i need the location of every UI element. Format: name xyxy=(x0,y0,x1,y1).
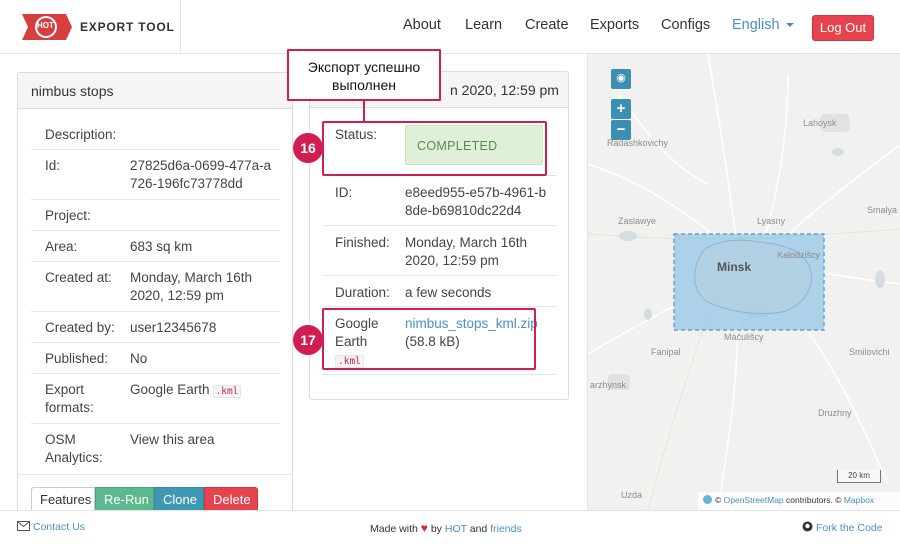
nav-create[interactable]: Create xyxy=(525,17,569,33)
export-title: nimbus stops xyxy=(18,73,292,109)
language-dropdown[interactable]: English xyxy=(732,17,794,33)
map-label-druzhny: Druzhny xyxy=(818,408,852,418)
map-label-kalodzishchy: Kalodzišcy xyxy=(777,250,821,260)
row-id: Id: 27825d6a-0699-477a-a726-196fc73778dd xyxy=(31,150,280,200)
row-project: Project: xyxy=(31,200,280,231)
map-label-smalya: Smalya xyxy=(867,205,898,215)
row-duration: Duration: a few seconds xyxy=(323,276,557,307)
brand[interactable]: HOT EXPORT TOOL xyxy=(0,0,181,54)
duration-value: a few seconds xyxy=(405,285,492,300)
hot-link[interactable]: HOT xyxy=(445,523,467,535)
logout-button[interactable]: Log Out xyxy=(812,15,874,41)
nav-exports[interactable]: Exports xyxy=(590,17,639,33)
zoom-out-button[interactable]: − xyxy=(611,120,631,140)
description-label: Description: xyxy=(45,127,117,142)
map-label-fanipal: Fanipal xyxy=(651,347,681,357)
globe-icon[interactable]: ◉ xyxy=(611,69,631,89)
and-text: and xyxy=(469,523,488,535)
friends-link[interactable]: friends xyxy=(490,523,522,535)
map-label-machulishchy: Mačulišcy xyxy=(724,332,764,342)
mapbox-logo-icon xyxy=(703,495,712,504)
attr-copyright: © xyxy=(715,495,722,505)
map-label-minsk: Minsk xyxy=(717,260,752,274)
osm-analytics-label: OSM Analytics: xyxy=(45,432,103,465)
made-with-credit: Made with ♥ by HOT and friends xyxy=(370,521,522,535)
view-area-link[interactable]: View this area xyxy=(130,431,275,449)
map-label-dzyarzhynsk: arzhynsk xyxy=(590,380,627,390)
callout-line-2: выполнен xyxy=(332,77,396,93)
finished-value: Monday, March 16th 2020, 12:59 pm xyxy=(405,235,528,268)
row-run-id: ID: e8eed955-e57b-4961-b8de-b69810dc22d4 xyxy=(323,176,557,226)
published-value: No xyxy=(130,351,148,366)
format-name: Google Earth xyxy=(130,382,210,397)
contact-us[interactable]: Contact Us xyxy=(17,521,85,533)
row-osm-analytics: OSM Analytics: View this area xyxy=(31,424,280,474)
project-label: Project: xyxy=(45,208,91,223)
run-id-value: e8eed955-e57b-4961-b8de-b69810dc22d4 xyxy=(405,185,547,218)
contact-us-link: Contact Us xyxy=(33,521,85,533)
published-label: Published: xyxy=(45,351,109,366)
map-label-lyasny: Lyasny xyxy=(757,216,786,226)
heart-icon: ♥ xyxy=(420,521,428,535)
callout-line-1: Экспорт успешно xyxy=(307,59,421,75)
footer: Contact Us Made with ♥ by HOT and friend… xyxy=(0,510,900,544)
created-at-label: Created at: xyxy=(45,270,112,285)
row-description: Description: xyxy=(31,119,280,150)
row-export-formats: Export formats: Google Earth .kml xyxy=(31,374,280,424)
status-highlight-frame xyxy=(322,121,547,176)
run-id-label: ID: xyxy=(335,185,353,200)
file-highlight-frame xyxy=(322,308,536,370)
map-attribution: © OpenStreetMap contributors. © Mapbox xyxy=(698,492,900,510)
map-label-smilovichi: Smilovichi xyxy=(849,347,890,357)
nav-about[interactable]: About xyxy=(403,17,441,33)
brand-title: EXPORT TOOL xyxy=(80,20,175,34)
osm-link[interactable]: OpenStreetMap xyxy=(724,495,784,505)
by-text: by xyxy=(430,523,442,535)
navbar: HOT EXPORT TOOL About Learn Create Expor… xyxy=(0,0,900,54)
row-created-by: Created by: user12345678 xyxy=(31,312,280,343)
finished-label: Finished: xyxy=(335,235,390,250)
id-value: 27825d6a-0699-477a-a726-196fc73778dd xyxy=(130,158,272,191)
fork-code-link: Fork the Code xyxy=(816,522,883,534)
row-finished: Finished: Monday, March 16th 2020, 12:59… xyxy=(323,226,557,276)
caret-down-icon xyxy=(785,23,794,28)
area-label: Area: xyxy=(45,239,78,254)
map-label-zaslawye: Zaslawye xyxy=(618,216,657,226)
export-formats-label: Export formats: xyxy=(45,382,94,415)
logo-text: HOT xyxy=(37,21,54,30)
map-label-uzda: Uzda xyxy=(621,490,643,500)
fork-code[interactable]: Fork the Code xyxy=(802,521,883,534)
map-label-radashkovichy: Radashkovichy xyxy=(607,138,669,148)
success-callout: Экспорт успешно выполнен xyxy=(287,49,441,101)
export-formats-value: Google Earth .kml xyxy=(130,381,275,401)
row-area: Area: 683 sq km xyxy=(31,231,280,262)
envelope-icon xyxy=(17,521,30,531)
made-with-text: Made with xyxy=(370,523,418,535)
mapbox-link[interactable]: Mapbox xyxy=(844,495,874,505)
nav-configs[interactable]: Configs xyxy=(661,17,710,33)
divider xyxy=(18,474,292,475)
export-details-panel: nimbus stops Description: Id: 27825d6a-0… xyxy=(17,72,293,526)
row-created-at: Created at: Monday, March 16th 2020, 12:… xyxy=(31,262,280,312)
created-at-value: Monday, March 16th 2020, 12:59 pm xyxy=(130,270,253,303)
created-by-label: Created by: xyxy=(45,320,115,335)
created-by-link[interactable]: user12345678 xyxy=(130,319,275,337)
area-value: 683 sq km xyxy=(130,239,193,254)
row-published: Published: No xyxy=(31,343,280,374)
zoom-in-button[interactable]: + xyxy=(611,99,631,119)
duration-label: Duration: xyxy=(335,285,390,300)
step-badge-17: 17 xyxy=(293,325,323,355)
callout-connector xyxy=(363,101,365,123)
map-scale: 20 km xyxy=(837,470,881,483)
step-badge-16: 16 xyxy=(293,133,323,163)
map-view[interactable]: ◉ + − Lahoysk Radashkovichy Zaslawye Lya… xyxy=(587,54,900,510)
id-label: Id: xyxy=(45,158,61,173)
format-ext-badge: .kml xyxy=(212,385,242,398)
attr-contributors: contributors. © xyxy=(786,495,842,505)
nav-learn[interactable]: Learn xyxy=(465,17,502,33)
map-label-lahoysk: Lahoysk xyxy=(803,118,837,128)
github-icon xyxy=(802,521,813,532)
language-label: English xyxy=(732,17,780,33)
map-background xyxy=(588,54,900,510)
